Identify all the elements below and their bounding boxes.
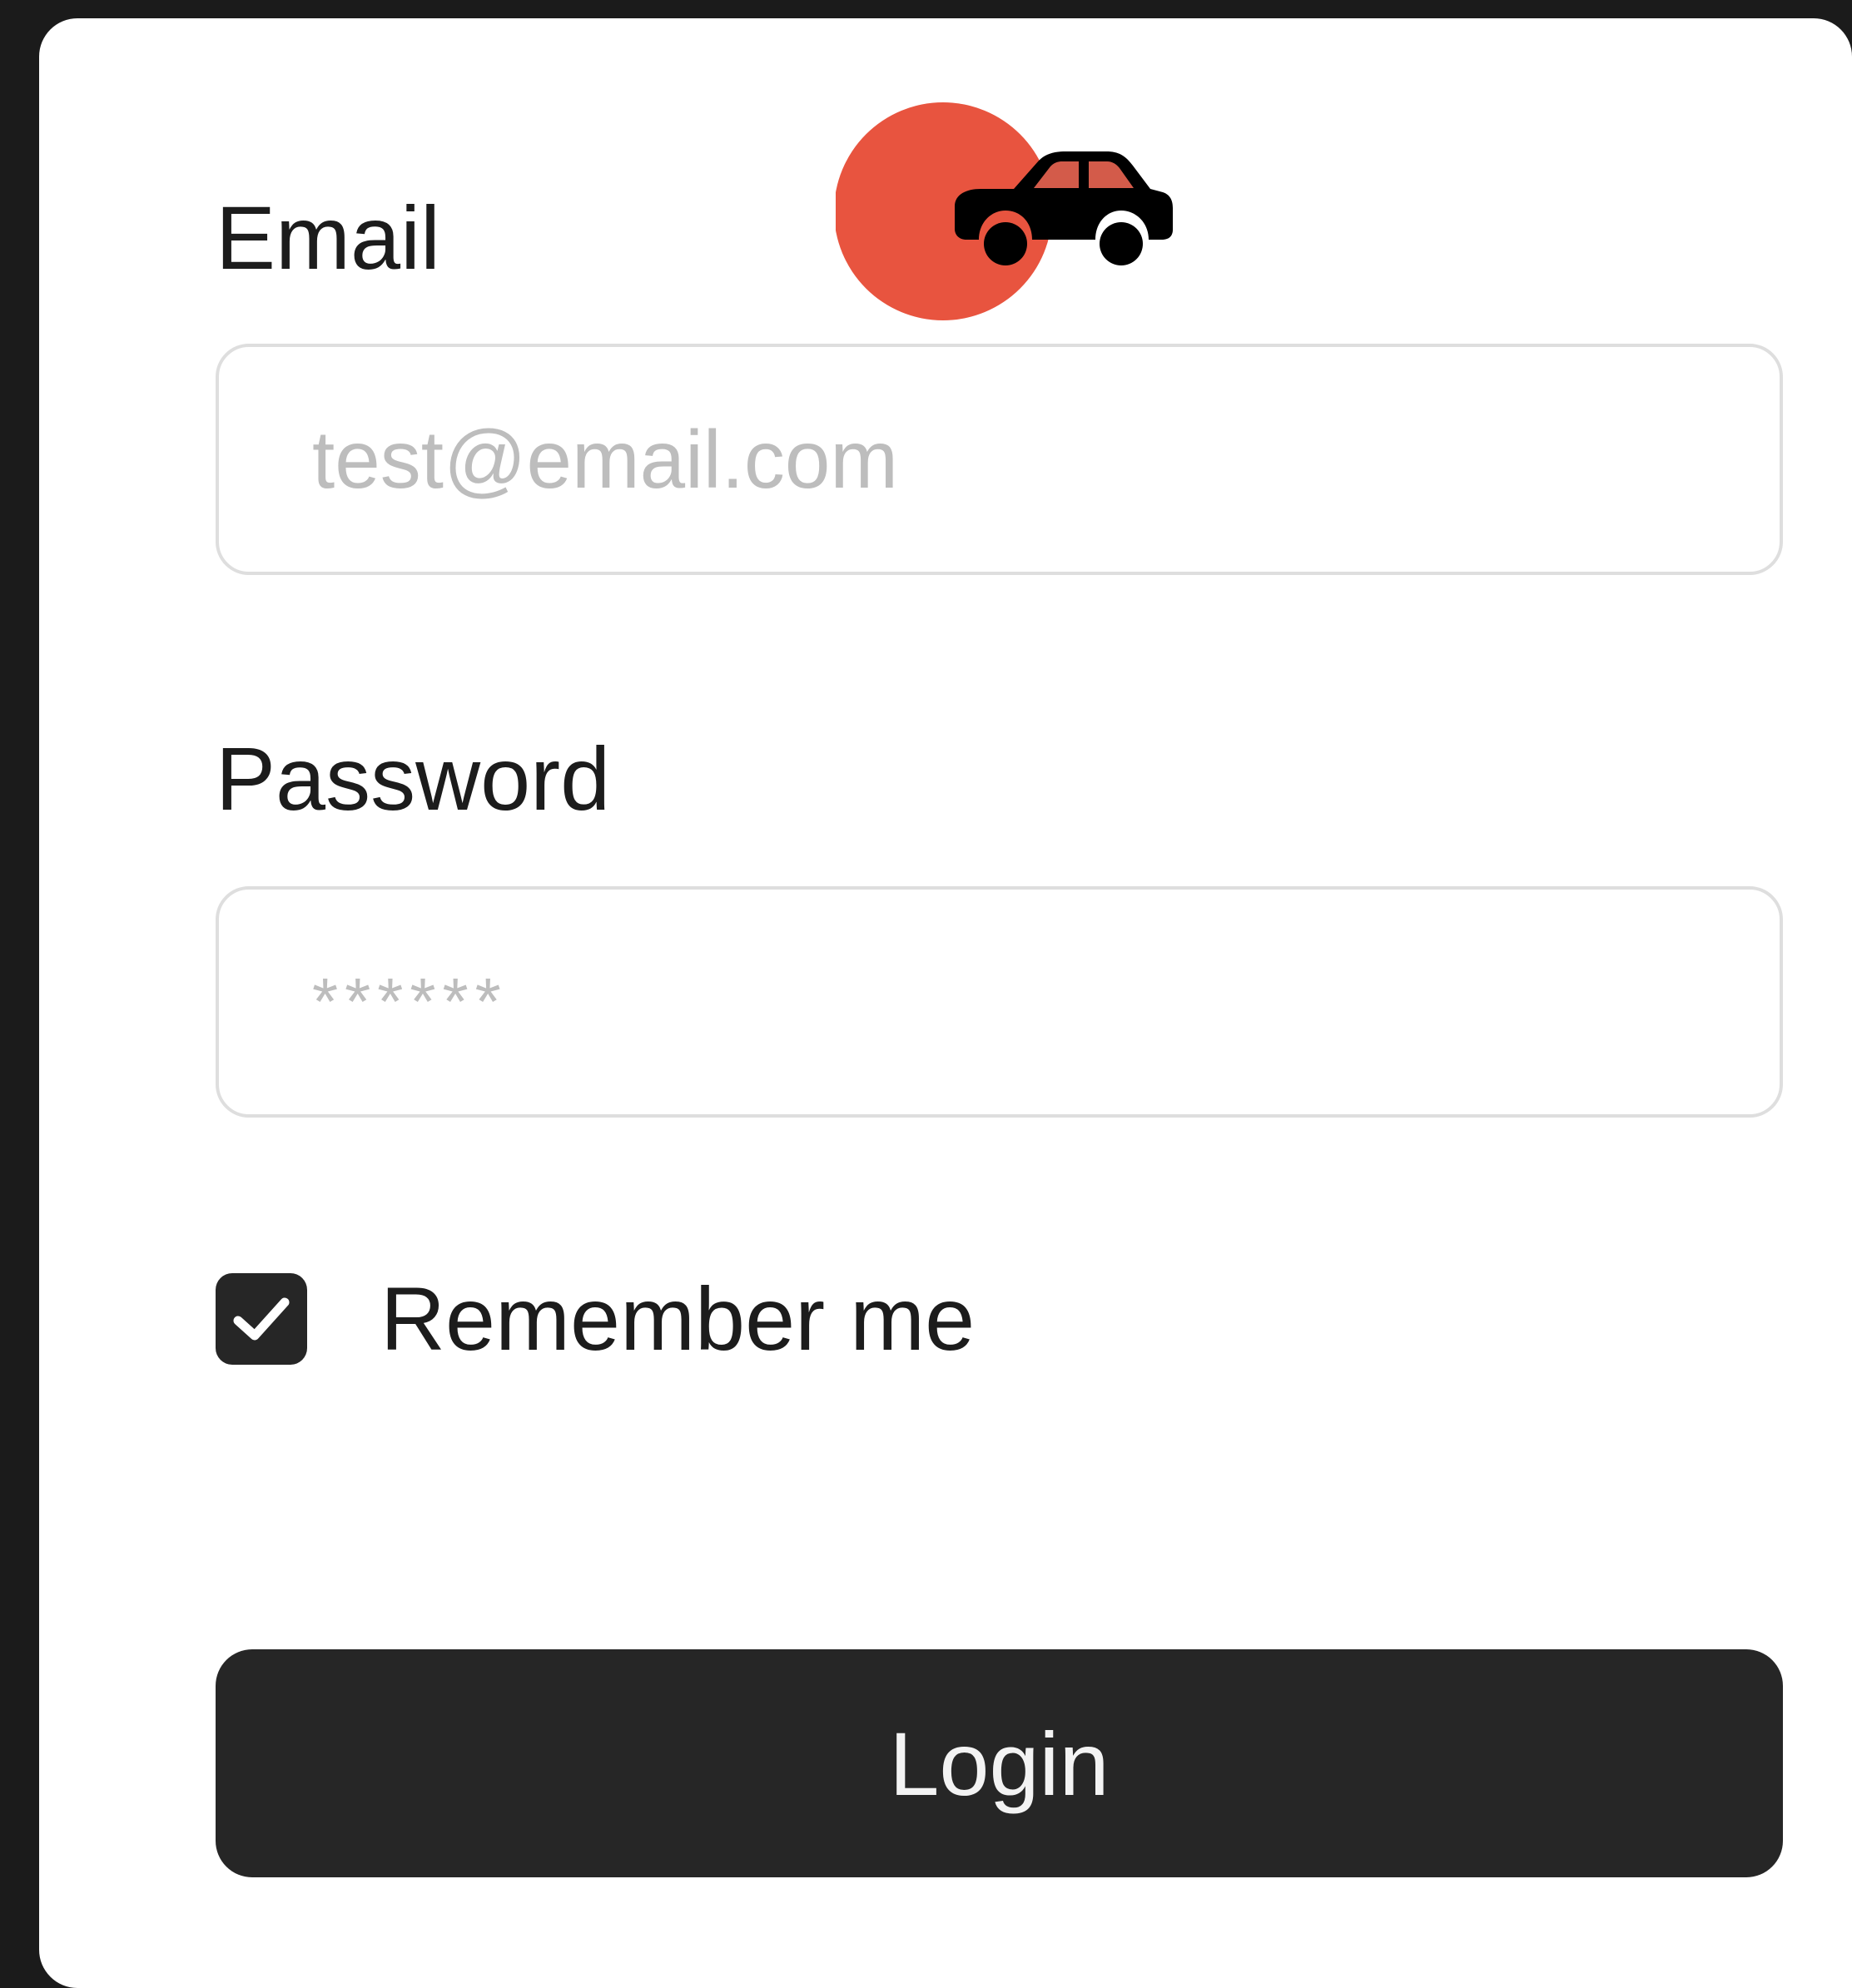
- login-card: Email Password Remember me Login: [39, 18, 1852, 1988]
- remember-me-checkbox[interactable]: [216, 1273, 307, 1365]
- email-label: Email: [216, 187, 441, 288]
- login-button[interactable]: Login: [216, 1649, 1783, 1877]
- remember-me-row[interactable]: Remember me: [216, 1273, 975, 1365]
- email-input[interactable]: [216, 344, 1783, 575]
- checkmark-icon: [233, 1297, 290, 1341]
- password-label: Password: [216, 728, 611, 829]
- remember-me-label: Remember me: [380, 1268, 976, 1369]
- password-input[interactable]: [216, 886, 1783, 1118]
- car-logo-icon: [836, 102, 1173, 320]
